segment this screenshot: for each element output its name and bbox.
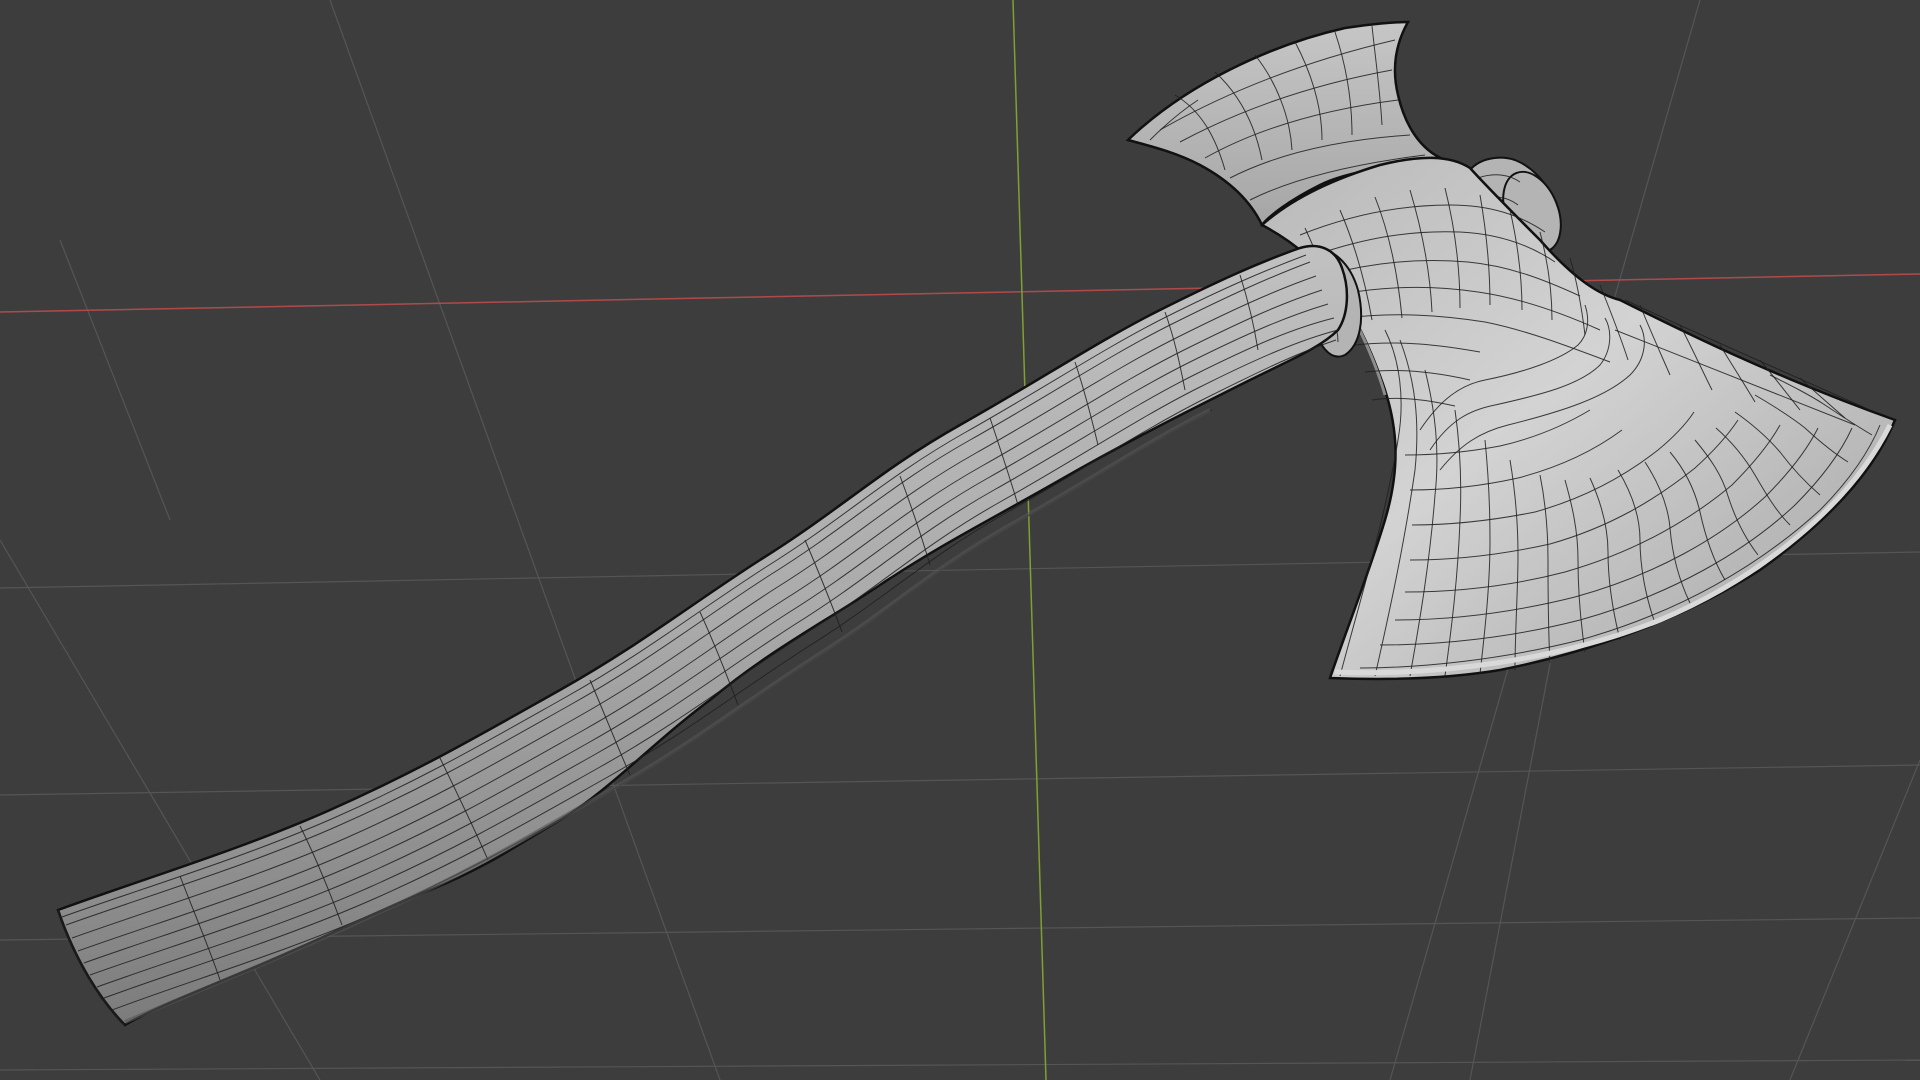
grid-line bbox=[329, 0, 721, 1080]
axe-main-blade[interactable] bbox=[1259, 156, 1897, 681]
y-axis-line bbox=[1012, 0, 1047, 1080]
viewport-scene[interactable] bbox=[0, 0, 1920, 1080]
grid-line bbox=[0, 764, 1920, 796]
axe-handle[interactable] bbox=[56, 244, 1349, 1027]
axe-mesh[interactable] bbox=[56, 20, 1897, 1027]
grid-line bbox=[59, 239, 171, 521]
grid-line bbox=[0, 1059, 1920, 1071]
grid-line bbox=[1789, 759, 1920, 1080]
3d-viewport[interactable] bbox=[0, 0, 1920, 1080]
